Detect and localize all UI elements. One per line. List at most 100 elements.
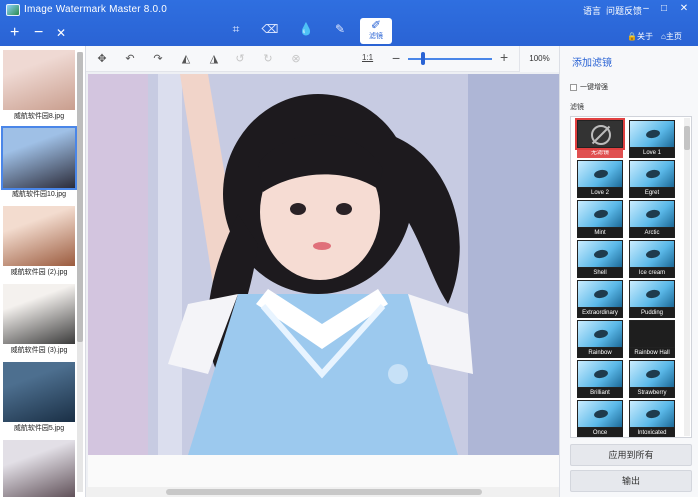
thumbnail-item[interactable]: 威航软件园10.jpg [1, 126, 77, 199]
rotate-left-icon[interactable]: ↶ [122, 52, 138, 68]
thumbnail-item[interactable]: 威航软件园8.jpg [3, 50, 75, 121]
filter-option[interactable]: Mint [577, 200, 623, 238]
minimize-icon[interactable]: – [639, 3, 653, 14]
maximize-icon[interactable]: □ [657, 3, 671, 14]
thumbnail-filename: 威航软件园8.jpg [13, 113, 65, 120]
remove-icon[interactable]: − [34, 24, 43, 42]
filter-preview [629, 120, 675, 148]
zoom-out-icon[interactable]: − [392, 50, 400, 66]
filter-option[interactable]: Arctic [629, 200, 675, 238]
filter-option[interactable]: Shell [577, 240, 623, 278]
filter-option[interactable]: Once [577, 400, 623, 437]
edit-toolbar: ✥ ↶ ↷ ◭ ◮ ↺ ↻ ⊗ 1:1 − + [86, 46, 559, 72]
thumbnail-image [3, 206, 75, 266]
filter-option[interactable]: Love 2 [577, 160, 623, 198]
thumbnail-list: 威航软件园8.jpg 威航软件园10.jpg 威航软件园 (2).jpg 威航软件园 … [0, 46, 86, 497]
filter-option[interactable]: Strawberry [629, 360, 675, 398]
filter-option[interactable]: Egret [629, 160, 675, 198]
crop-tool-icon[interactable]: ⌗ [222, 22, 250, 44]
home-label: 主页 [665, 32, 682, 41]
about-link[interactable]: 🔒关于 [627, 31, 653, 42]
undo-icon[interactable]: ↺ [232, 52, 248, 68]
feedback-menu[interactable]: 问题反馈 [606, 4, 642, 17]
filter-preview [629, 240, 675, 268]
filter-label: Intoxicated [629, 428, 675, 437]
thumbnail-item[interactable]: 威航软件园 (2).jpg [3, 206, 75, 277]
thumbnail-item[interactable] [3, 440, 75, 497]
language-menu[interactable]: 语言 [583, 4, 601, 17]
brush-tool-icon[interactable]: ✎ [326, 22, 354, 44]
flip-vertical-icon[interactable]: ◮ [206, 52, 222, 68]
clear-icon[interactable]: ✕ [56, 26, 66, 40]
filter-tool-label: 滤镜 [369, 33, 383, 40]
one-click-enhance-checkbox[interactable]: 一键增强 [570, 82, 608, 92]
one-click-label: 一键增强 [580, 84, 608, 91]
filter-option[interactable]: Ice cream [629, 240, 675, 278]
apply-to-all-button[interactable]: 应用到所有 [570, 444, 692, 466]
filter-label: Egret [629, 188, 675, 198]
filter-label: Strawberry [629, 388, 675, 398]
filter-preview [629, 400, 675, 428]
eraser-tool-icon[interactable]: ⌫ [256, 22, 284, 44]
filter-option[interactable]: Intoxicated [629, 400, 675, 437]
filter-scrollbar[interactable] [684, 118, 690, 436]
filter-option[interactable]: Rainbow Hall [629, 320, 675, 358]
filter-preview [629, 160, 675, 188]
thumbnail-filename: 威航软件园5.jpg [13, 425, 65, 432]
rotate-right-icon[interactable]: ↷ [150, 52, 166, 68]
filter-option[interactable]: 无滤镜 [575, 118, 625, 158]
filter-option[interactable]: Brilliant [577, 360, 623, 398]
filter-option[interactable]: Rainbow [577, 320, 623, 358]
about-label: 关于 [636, 32, 653, 41]
filter-label: Ice cream [629, 268, 675, 278]
horizontal-scrollbar[interactable] [86, 487, 559, 497]
preview-image [88, 74, 559, 455]
filter-scroll-thumb[interactable] [684, 126, 690, 150]
filter-preview [629, 360, 675, 388]
zoom-value: 100% [519, 46, 559, 72]
watermark-drop-icon[interactable]: 💧 [292, 22, 320, 44]
thumbnail-image [3, 284, 75, 344]
redo-icon[interactable]: ↻ [260, 52, 276, 68]
filter-label: Rainbow Hall [629, 348, 675, 358]
window-title: Image Watermark Master 8.0.0 [24, 4, 168, 15]
home-link[interactable]: ⌂主页 [661, 31, 682, 42]
zoom-in-icon[interactable]: + [500, 49, 508, 65]
filter-preview [577, 320, 623, 348]
filter-preview [629, 200, 675, 228]
filter-label: Arctic [629, 228, 675, 238]
zoom-slider-handle[interactable] [420, 52, 425, 65]
move-icon[interactable]: ✥ [94, 52, 110, 68]
thumbnail-item[interactable]: 威航软件园5.jpg [3, 362, 75, 433]
filter-option[interactable]: Pudding [629, 280, 675, 318]
add-icon[interactable]: + [10, 24, 19, 42]
filter-panel: 添加滤镜 一键增强 滤镜 无滤镜 Love 1 Love 2 Egret Mint Arc… [559, 46, 698, 497]
filter-tool-button[interactable]: ✐ 滤镜 [360, 18, 392, 44]
export-button[interactable]: 输出 [570, 470, 692, 492]
preview-canvas[interactable] [86, 72, 559, 487]
filter-label: Pudding [629, 308, 675, 318]
flip-horizontal-icon[interactable]: ◭ [178, 52, 194, 68]
cancel-icon[interactable]: ⊗ [288, 52, 304, 68]
close-icon[interactable]: ✕ [677, 3, 691, 14]
filter-preview [577, 400, 623, 428]
no-filter-icon [575, 118, 625, 150]
filter-label: Brilliant [577, 388, 623, 398]
filter-label: Love 2 [577, 188, 623, 198]
filter-preview [577, 240, 623, 268]
thumbnail-item[interactable]: 威航软件园 (3).jpg [3, 284, 75, 355]
filter-option[interactable]: Love 1 [629, 120, 675, 158]
thumbnail-scrollbar[interactable] [77, 52, 83, 492]
filter-label: 无滤镜 [577, 148, 623, 158]
filter-option[interactable]: Extraordinary [577, 280, 623, 318]
thumbnail-scroll-thumb[interactable] [77, 52, 83, 342]
filter-preview [577, 280, 623, 308]
thumbnail-image [1, 126, 77, 190]
filter-grid: 无滤镜 Love 1 Love 2 Egret Mint Arctic Shell Ice c… [570, 116, 692, 438]
checkbox-box[interactable] [570, 83, 577, 91]
filter-label: Rainbow [577, 348, 623, 358]
actual-size-button[interactable]: 1:1 [362, 53, 373, 62]
horizontal-scroll-thumb[interactable] [166, 489, 482, 495]
filter-label: Extraordinary [577, 308, 623, 318]
filter-preview [577, 360, 623, 388]
